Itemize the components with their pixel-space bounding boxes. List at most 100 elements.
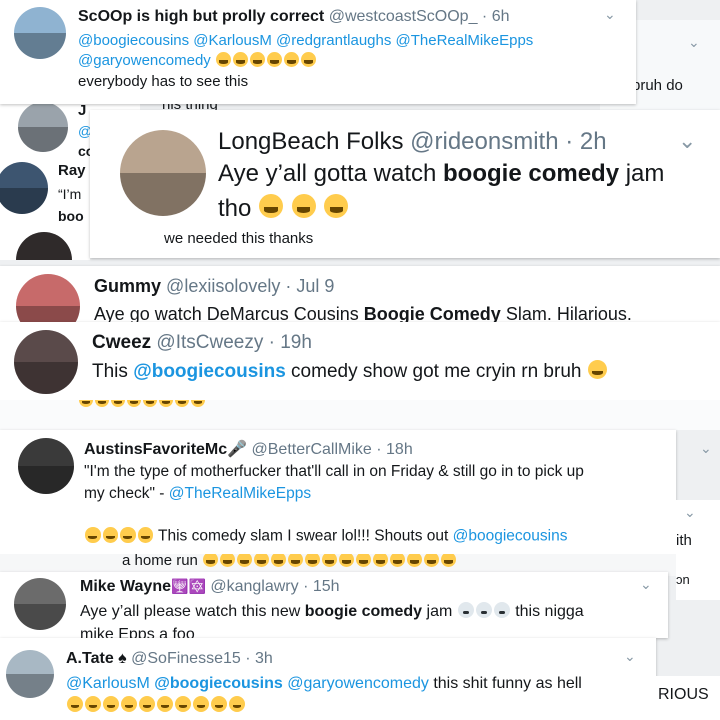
tweet-text-part: this nigga — [510, 603, 584, 620]
star-of-david-icon: 🔯 — [188, 578, 206, 594]
user-name[interactable]: A.Tate — [66, 650, 114, 667]
tweet-time[interactable]: 15h — [313, 578, 340, 595]
separator: · — [481, 8, 488, 25]
mentions[interactable]: @boogiecousins @KarlousM @redgrantlaughs… — [78, 32, 533, 49]
user-handle[interactable]: @kanglawry — [210, 578, 298, 595]
face-with-tears-of-joy-icon — [157, 696, 173, 712]
avatar[interactable] — [16, 274, 80, 324]
face-with-tears-of-joy-icon — [356, 554, 372, 567]
mention-link[interactable]: @boogiecousins — [154, 675, 283, 692]
tweet-time[interactable]: 19h — [280, 332, 312, 353]
tweet-text: Aye go watch DeMarcus Cousins Boogie Com… — [94, 304, 632, 324]
chevron-down-icon[interactable]: ⌄ — [700, 440, 712, 457]
avatar[interactable] — [14, 578, 66, 630]
tweet-card[interactable]: LongBeach Folks @rideonsmith · 2h ⌄ Aye … — [90, 110, 720, 258]
face-with-tears-of-joy-icon — [232, 52, 248, 67]
avatar[interactable] — [16, 232, 72, 260]
avatar[interactable] — [14, 330, 78, 394]
face-with-tears-of-joy-icon — [67, 696, 83, 712]
face-with-tears-of-joy-icon — [175, 696, 191, 712]
user-name[interactable]: Cweez — [92, 332, 151, 353]
face-with-tears-of-joy-icon — [300, 52, 316, 67]
mention-link[interactable]: @garyowencomedy — [78, 52, 211, 69]
face-with-tears-of-joy-icon — [215, 52, 231, 67]
face-with-tears-of-joy-icon — [271, 554, 287, 567]
face-with-tears-of-joy-icon — [373, 554, 389, 567]
mention-link[interactable]: @boogiecousins — [453, 528, 568, 545]
tweet-text-part: jam — [422, 603, 453, 620]
background-tweet-card-right: ⌄ ith ɔn — [676, 500, 720, 600]
chevron-down-icon[interactable]: ⌄ — [684, 504, 696, 521]
tweet-text-part: jam — [619, 160, 665, 187]
user-name[interactable]: Mike Wayne — [80, 578, 171, 595]
tweet-text: Aye y’all gotta watch boogie comedy jam — [218, 160, 664, 188]
avatar[interactable] — [0, 162, 48, 214]
avatar[interactable] — [120, 130, 206, 216]
tweet-text: Aye y’all please watch this new boogie c… — [80, 602, 584, 621]
user-name[interactable]: Gummy — [94, 276, 161, 296]
avatar[interactable] — [18, 102, 68, 152]
face-with-tears-of-joy-icon — [254, 554, 270, 567]
tweet-card[interactable]: AustinsFavoriteMc🎤 @BetterCallMike · 18h… — [0, 430, 676, 554]
mention-link[interactable]: @garyowencomedy — [287, 675, 429, 692]
tweet-time[interactable]: Jul 9 — [296, 276, 334, 296]
user-handle[interactable]: @rideonsmith — [410, 128, 558, 155]
background-tweet-card-right: RIOUS — [656, 676, 720, 720]
chevron-down-icon[interactable]: ⌄ — [688, 34, 700, 51]
face-with-tears-of-joy-icon — [324, 194, 349, 218]
chevron-down-icon[interactable]: ⌄ — [624, 648, 636, 665]
tweet-time[interactable]: 6h — [492, 8, 510, 25]
tweet-card[interactable]: Mike Wayne🕎🔯 @kanglawry · 15h ⌄ Aye y’al… — [0, 572, 668, 638]
partial-user-name: Ray — [58, 162, 86, 179]
tweet-text-line: my check" - @TheRealMikeEpps — [84, 485, 311, 503]
mention-link[interactable]: @boogiecousins — [133, 361, 286, 382]
face-with-tears-of-joy-icon — [139, 696, 155, 712]
face-with-tears-of-joy-icon — [424, 554, 440, 567]
skull-icon — [457, 602, 474, 618]
user-handle[interactable]: @westcoastScOOp_ — [329, 8, 478, 25]
tweet-card[interactable]: ScOOp is high but prolly correct @westco… — [0, 0, 636, 104]
tweet-header: Cweez @ItsCweezy · 19h — [92, 332, 312, 354]
face-with-tears-of-joy-icon — [137, 527, 153, 543]
chevron-down-icon[interactable]: ⌄ — [678, 128, 696, 154]
tweet-card[interactable]: A.Tate ♠ @SoFinesse15 · 3h ⌄ @KarlousM @… — [0, 638, 656, 720]
user-name[interactable]: AustinsFavoriteMc — [84, 441, 227, 458]
user-handle[interactable]: @ItsCweezy — [156, 332, 263, 353]
user-handle[interactable]: @lexiisolovely — [166, 276, 280, 296]
tweet-card[interactable]: Cweez @ItsCweezy · 19h This @boogiecousi… — [0, 322, 720, 400]
partial-text: boo — [58, 208, 84, 224]
mention-link[interactable]: @KarlousM — [66, 675, 150, 692]
tweet-time[interactable]: 2h — [580, 128, 607, 155]
face-with-tears-of-joy-icon — [441, 554, 457, 567]
face-with-tears-of-joy-icon — [159, 400, 173, 407]
partial-tweet-text: ɔn — [676, 572, 690, 587]
avatar[interactable] — [18, 438, 74, 494]
separator: · — [285, 276, 292, 296]
separator: · — [565, 128, 574, 155]
partial-tweet-text: ith — [676, 532, 692, 549]
user-name[interactable]: LongBeach Folks — [218, 128, 403, 155]
tweet-time[interactable]: 3h — [255, 650, 273, 667]
face-with-tears-of-joy-icon — [85, 527, 101, 543]
tweet-text-part: tho — [218, 195, 252, 222]
separator: · — [376, 441, 382, 458]
tweet-text-bold: boogie comedy — [304, 603, 423, 620]
tweet-header: LongBeach Folks @rideonsmith · 2h — [218, 128, 607, 156]
mention-link[interactable]: @TheRealMikeEpps — [169, 485, 311, 502]
chevron-down-icon[interactable]: ⌄ — [604, 6, 616, 23]
avatar[interactable] — [14, 7, 66, 59]
tweet-time[interactable]: 18h — [386, 441, 413, 458]
face-with-tears-of-joy-icon — [220, 554, 236, 567]
face-with-tears-of-joy-icon — [121, 696, 137, 712]
user-name[interactable]: ScOOp is high but prolly correct — [78, 8, 324, 25]
user-handle[interactable]: @SoFinesse15 — [131, 650, 241, 667]
user-handle[interactable]: @BetterCallMike — [252, 441, 372, 458]
face-with-tears-of-joy-icon — [193, 696, 209, 712]
avatar[interactable] — [6, 650, 54, 698]
separator: · — [303, 578, 309, 595]
face-with-tears-of-joy-icon — [111, 400, 125, 407]
chevron-down-icon[interactable]: ⌄ — [640, 576, 652, 593]
face-with-tears-of-joy-icon — [127, 400, 141, 407]
tweet-text: @KarlousM @boogiecousins @garyowencomedy… — [66, 675, 582, 693]
tweet-card[interactable]: Gummy @lexiisolovely · Jul 9 Aye go watc… — [0, 266, 720, 324]
